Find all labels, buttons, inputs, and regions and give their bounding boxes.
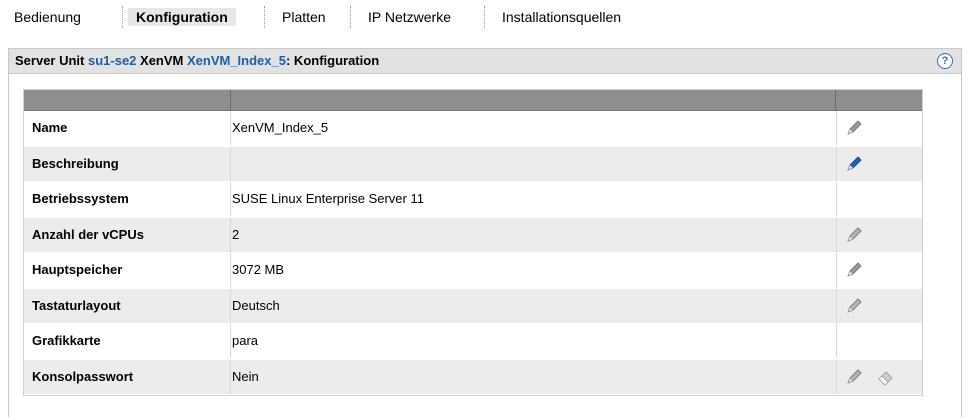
row-value: XenVM_Index_5	[232, 120, 329, 135]
title-mid: XenVM	[136, 53, 187, 68]
title-prefix: Server Unit	[15, 53, 88, 68]
row-value: Deutsch	[232, 297, 280, 313]
tab-separator	[122, 6, 123, 28]
row-value: para	[232, 333, 259, 348]
column-divider	[230, 288, 231, 323]
table-header-col-value	[231, 90, 836, 110]
table-row: Anzahl der vCPUs 2	[24, 217, 923, 253]
help-icon[interactable]: ?	[937, 53, 953, 69]
tab-separator	[350, 6, 351, 28]
table-row: Name XenVM_Index_5	[24, 111, 922, 147]
row-label: Name	[32, 120, 68, 135]
table-row: Beschreibung	[24, 146, 923, 182]
table-row: Betriebssystem SUSE Linux Enterprise Serv…	[24, 182, 922, 218]
configuration-table: Name XenVM_Index_5 Beschreibung Betriebss…	[23, 89, 923, 396]
vm-link[interactable]: XenVM_Index_5	[187, 53, 286, 68]
column-divider	[230, 111, 231, 145]
table-header-col-actions	[836, 90, 922, 110]
configuration-panel: Server Unit su1-se2 XenVM XenVM_Index_5:…	[8, 48, 962, 417]
column-divider	[230, 182, 231, 216]
row-value: 3072 MB	[232, 262, 285, 277]
table-body: Name XenVM_Index_5 Beschreibung Betriebss…	[24, 111, 922, 395]
table-row: Hauptspeicher 3072 MB	[24, 253, 922, 289]
row-actions	[836, 324, 923, 358]
table-header	[24, 90, 922, 111]
row-label: Hauptspeicher	[32, 262, 123, 277]
tab-bar: Bedienung Konfiguration Platten IP Netzw…	[0, 0, 968, 34]
row-label: Konsolpasswort	[32, 368, 134, 384]
table-row: Tastaturlayout Deutsch	[24, 288, 923, 324]
table-row: Konsolpasswort Nein	[24, 359, 923, 395]
row-actions	[836, 182, 923, 216]
row-actions	[836, 253, 923, 287]
row-actions	[836, 111, 923, 145]
tab-separator	[484, 6, 485, 28]
column-divider	[230, 253, 231, 287]
tab-separator	[264, 6, 265, 28]
tab-bedienung[interactable]: Bedienung	[14, 8, 81, 26]
row-actions	[836, 146, 923, 181]
row-actions	[836, 359, 923, 394]
tab-konfiguration[interactable]: Konfiguration	[128, 8, 236, 26]
row-value: Nein	[232, 368, 259, 384]
table-header-col-label	[24, 90, 231, 110]
pencil-icon[interactable]	[845, 261, 863, 279]
pencil-icon[interactable]	[845, 226, 863, 244]
panel-title: Server Unit su1-se2 XenVM XenVM_Index_5:…	[15, 49, 379, 73]
row-value: SUSE Linux Enterprise Server 11	[232, 191, 424, 206]
column-divider	[230, 146, 231, 181]
row-label: Grafikkarte	[32, 333, 101, 348]
pencil-icon[interactable]	[845, 119, 863, 137]
tab-installationsquellen[interactable]: Installationsquellen	[502, 8, 621, 26]
column-divider	[230, 359, 231, 394]
table-row: Grafikkarte para	[24, 324, 922, 360]
pencil-icon[interactable]	[845, 368, 863, 386]
row-label: Beschreibung	[32, 155, 119, 171]
row-label: Tastaturlayout	[32, 297, 121, 313]
row-actions	[836, 217, 923, 252]
row-label: Betriebssystem	[32, 191, 129, 206]
column-divider	[230, 217, 231, 252]
pencil-icon[interactable]	[845, 155, 863, 173]
title-suffix: : Konfiguration	[285, 53, 380, 68]
panel-header: Server Unit su1-se2 XenVM XenVM_Index_5:…	[9, 49, 961, 74]
tab-ip-netzwerke[interactable]: IP Netzwerke	[368, 8, 451, 26]
tab-platten[interactable]: Platten	[282, 8, 326, 26]
server-unit-link[interactable]: su1-se2	[88, 53, 136, 68]
eraser-icon[interactable]	[877, 368, 895, 386]
row-label: Anzahl der vCPUs	[32, 226, 144, 242]
row-value: 2	[232, 226, 240, 242]
row-actions	[836, 288, 923, 323]
column-divider	[230, 324, 231, 358]
pencil-icon[interactable]	[845, 297, 863, 315]
